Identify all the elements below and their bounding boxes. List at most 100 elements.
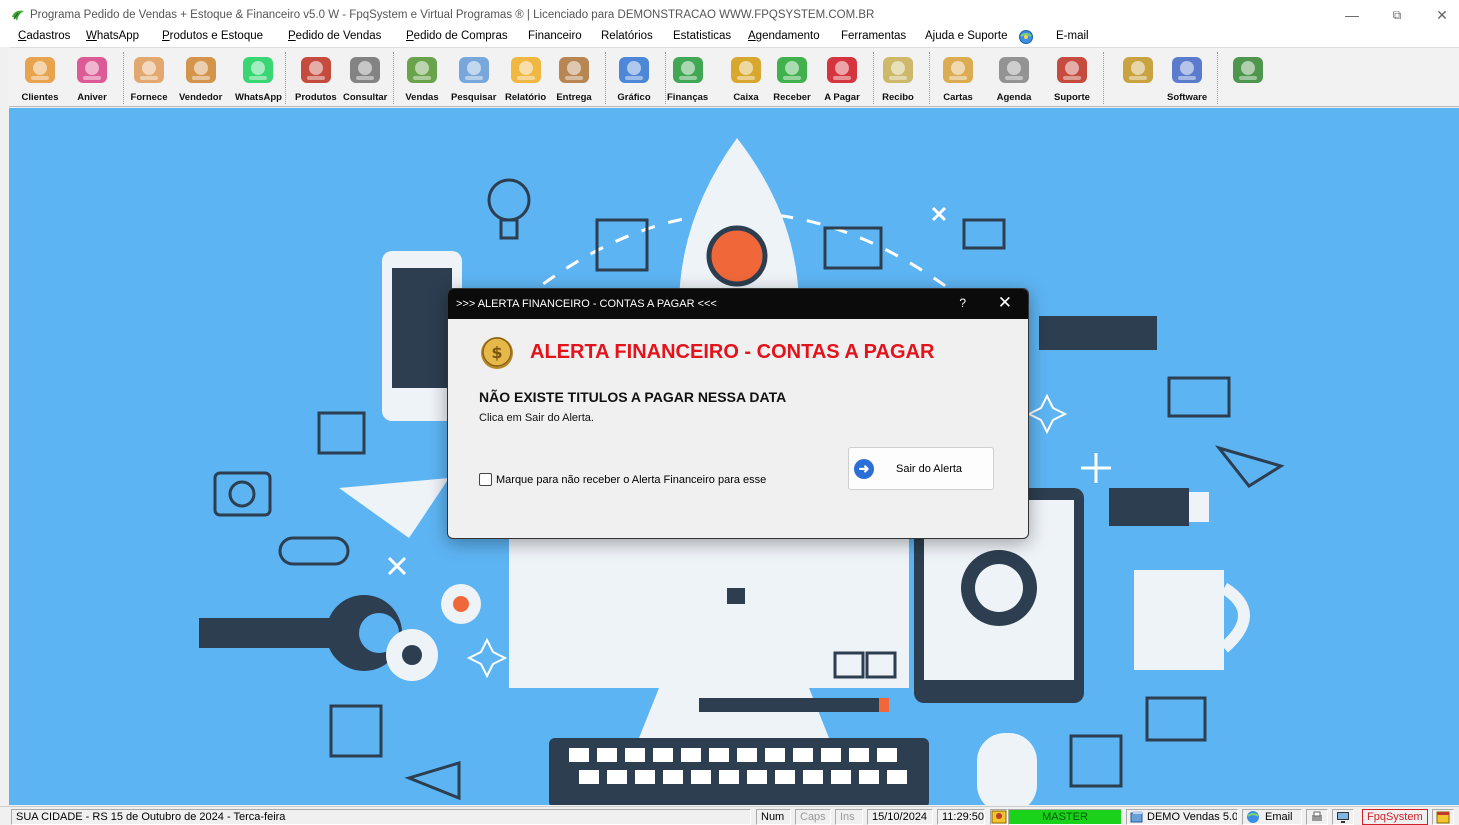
dialog-help-button[interactable]: ? (959, 296, 966, 310)
toolbar-label: Caixa (733, 92, 759, 103)
toolbar-label: Recibo (882, 92, 914, 103)
toolbar-button-coin[interactable] (1119, 50, 1157, 106)
help-globe-icon[interactable] (1018, 29, 1034, 48)
toolbar-label: Clientes (21, 92, 59, 103)
toolbar-button-consultar[interactable]: Consultar (343, 50, 387, 106)
toolbar-separator (393, 52, 394, 104)
monitor-icon[interactable] (1332, 809, 1354, 825)
menu-pedido-vendas[interactable]: Pedido de Vendas (288, 30, 381, 42)
status-version-label: DEMO Vendas 5.0 (1147, 811, 1238, 823)
calendar-icon[interactable] (1432, 809, 1454, 825)
status-date: 15/10/2024 (867, 809, 933, 825)
toolbar-label: Finanças (667, 92, 709, 103)
close-button[interactable]: ✕ (1419, 0, 1459, 30)
printer-icon[interactable] (1306, 809, 1328, 825)
toolbar-button-pesquisar[interactable]: Pesquisar (451, 50, 496, 106)
alert-heading: ALERTA FINANCEIRO - CONTAS A PAGAR (530, 341, 935, 363)
toolbar-button-produtos[interactable]: Produtos (295, 50, 337, 106)
toolbar-button-recibo[interactable]: Recibo (879, 50, 917, 106)
toolbar-separator (873, 52, 874, 104)
toolbar-label: Vendedor (179, 92, 223, 103)
toolbar-button-aniver[interactable]: Aniver (73, 50, 111, 106)
toolbar-label: Relatório (505, 92, 547, 103)
toolbar-button-entrega[interactable]: Entrega (555, 50, 593, 106)
report-icon (507, 50, 545, 90)
status-email-button[interactable]: Email (1242, 809, 1302, 825)
toolbar-button-gr-fico[interactable]: Gráfico (615, 50, 653, 106)
toolbar-button-relat-rio[interactable]: Relatório (505, 50, 546, 106)
exit-alert-label: Sair do Alerta (896, 462, 963, 475)
menu-relatorios[interactable]: Relatórios (601, 30, 653, 42)
toolbar-label: Fornece (130, 92, 168, 103)
supplier-icon (130, 50, 168, 90)
toolbar-separator (605, 52, 606, 104)
main-window: Programa Pedido de Vendas + Estoque & Fi… (0, 0, 1459, 825)
toolbar-button-caixa[interactable]: Caixa (727, 50, 765, 106)
email-globe-icon (1246, 810, 1260, 824)
toolbar-button-suporte[interactable]: Suporte (1053, 50, 1091, 106)
alert-instruction: Clica em Sair do Alerta. (479, 412, 594, 424)
whatsapp-icon (239, 50, 277, 90)
toolbar-label: Pesquisar (451, 92, 497, 103)
minimize-button[interactable]: — (1329, 0, 1375, 30)
coin-icon (1119, 50, 1157, 90)
toolbar-label: Aniver (77, 92, 107, 103)
menu-ajuda-suporte[interactable]: Ajuda e Suporte (925, 30, 1007, 42)
status-email-label: Email (1265, 811, 1293, 823)
toolbar-button-receber[interactable]: Receber (773, 50, 811, 106)
menu-bar: Cadastros WhatsApp Produtos e Estoque Pe… (0, 29, 1459, 47)
user-icon (990, 809, 1008, 825)
exit-icon (1229, 50, 1267, 90)
toolbar-button-whatsapp[interactable]: WhatsApp (235, 50, 282, 106)
menu-cadastros[interactable]: Cadastros (18, 30, 70, 42)
toolbar-button-software[interactable]: Software (1167, 50, 1207, 106)
cashbox-icon (727, 50, 765, 90)
restore-button[interactable]: ⧉ (1374, 0, 1420, 30)
toolbar-label: Cartas (943, 92, 973, 103)
menu-ferramentas[interactable]: Ferramentas (841, 30, 906, 42)
chart-icon (615, 50, 653, 90)
software-icon (1168, 50, 1206, 90)
toolbar-button-vendedor[interactable]: Vendedor (179, 50, 222, 106)
barcode-icon (346, 50, 384, 90)
version-icon (1130, 810, 1144, 824)
toolbar-label: Entrega (556, 92, 592, 103)
toolbar-label: Receber (773, 92, 811, 103)
dialog-title: >>> ALERTA FINANCEIRO - CONTAS A PAGAR <… (456, 298, 717, 310)
menu-agendamento[interactable]: Agendamento (748, 30, 820, 42)
toolbar-button-fornece[interactable]: Fornece (130, 50, 168, 106)
pay-money-icon (823, 50, 861, 90)
toolbar-button-vendas[interactable]: Vendas (403, 50, 441, 106)
toolbar-button-cartas[interactable]: Cartas (939, 50, 977, 106)
search-icon (455, 50, 493, 90)
cart-icon (403, 50, 441, 90)
menu-estatisticas[interactable]: Estatisticas (673, 30, 731, 42)
birthday-cake-icon (73, 50, 111, 90)
dialog-close-button[interactable]: ✕ (998, 293, 1012, 313)
alert-message: NÃO EXISTE TITULOS A PAGAR NESSA DATA (479, 389, 787, 405)
status-brand: FpqSystem (1362, 809, 1428, 825)
toolbar-button-agenda[interactable]: Agenda (995, 50, 1033, 106)
exit-alert-button[interactable]: ➜ Sair do Alerta (848, 447, 994, 490)
toolbar-button-clientes[interactable]: Clientes (21, 50, 59, 106)
finance-icon (669, 50, 707, 90)
menu-email[interactable]: E-mail (1056, 30, 1089, 42)
toolbar-separator (929, 52, 930, 104)
dialog-title-bar: >>> ALERTA FINANCEIRO - CONTAS A PAGAR <… (448, 289, 1028, 319)
toolbar-button-a-pagar[interactable]: A Pagar (823, 50, 861, 106)
menu-whatsapp[interactable]: WhatsApp (86, 30, 139, 42)
status-caps: Caps (795, 809, 831, 825)
menu-financeiro[interactable]: Financeiro (528, 30, 582, 42)
letters-icon (939, 50, 977, 90)
disable-alert-checkbox[interactable]: Marque para não receber o Alerta Finance… (479, 473, 766, 486)
status-time: 11:29:50 (937, 809, 985, 825)
toolbar-button-exit[interactable] (1229, 50, 1267, 106)
toolbar-label: Software (1167, 92, 1208, 103)
menu-pedido-compras[interactable]: Pedido de Compras (406, 30, 508, 42)
toolbar-button-finan-as[interactable]: Finanças (667, 50, 708, 106)
checkbox-box[interactable] (479, 473, 492, 486)
menu-produtos-estoque[interactable]: Produtos e Estoque (162, 30, 263, 42)
toolbar-label: Produtos (295, 92, 337, 103)
app-logo-icon (10, 7, 26, 23)
title-bar: Programa Pedido de Vendas + Estoque & Fi… (0, 0, 1459, 30)
